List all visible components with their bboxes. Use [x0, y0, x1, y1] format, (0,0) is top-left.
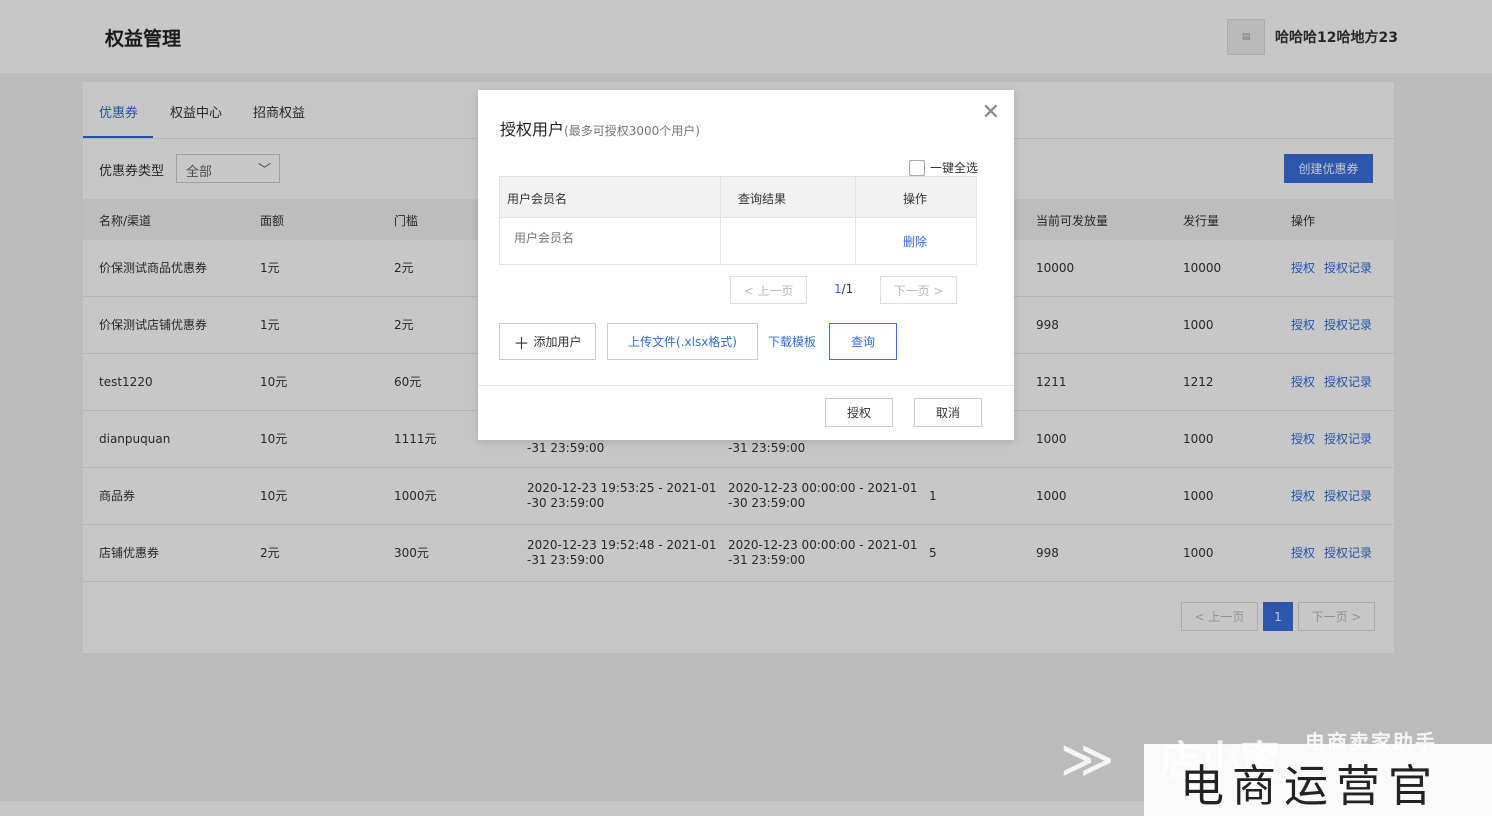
dialog-title-text: 授权用户 — [500, 120, 565, 139]
col-username: 用户会员名 — [507, 192, 568, 206]
plus-icon: ＋ — [513, 333, 530, 353]
col-divider — [855, 177, 856, 264]
col-divider — [720, 177, 721, 264]
select-all-label: 一键全选 — [929, 161, 978, 175]
user-table: 用户会员名 查询结果 操作 删除 — [499, 176, 977, 265]
add-user-button[interactable]: ＋ 添加用户 — [499, 323, 596, 360]
col-query-result: 查询结果 — [738, 192, 787, 206]
download-template-link[interactable]: 下载模板 — [768, 333, 816, 350]
checkbox-box[interactable] — [908, 159, 925, 176]
cancel-button[interactable]: 取消 — [914, 398, 982, 427]
delete-link[interactable]: 删除 — [903, 233, 927, 250]
query-button[interactable]: 查询 — [829, 323, 897, 360]
close-icon[interactable]: ✕ — [982, 102, 1000, 124]
add-user-label: 添加用户 — [533, 335, 582, 349]
dialog-next-page-button[interactable]: 下一页 > — [880, 276, 957, 304]
username-input[interactable] — [514, 231, 694, 245]
authorize-confirm-button[interactable]: 授权 — [825, 398, 893, 427]
upload-file-button[interactable]: 上传文件(.xlsx格式) — [607, 323, 758, 360]
col-operation: 操作 — [903, 192, 928, 206]
select-all-checkbox[interactable]: 一键全选 — [908, 159, 978, 176]
watermark: ≫ 店小蜜 电商卖家助手 电商运营官 — [1060, 720, 1492, 816]
authorize-user-dialog: 授权用户(最多可授权3000个用户) ✕ 一键全选 用户会员名 查询结果 操作 … — [478, 90, 1014, 440]
dialog-prev-page-button[interactable]: < 上一页 — [730, 276, 807, 304]
dialog-page-info: 1/1 — [834, 282, 853, 296]
dialog-subtitle: (最多可授权3000个用户) — [564, 124, 700, 138]
watermark-stamp-text: 电商运营官 — [1180, 761, 1440, 812]
dialog-footer-divider — [478, 385, 1014, 386]
dialog-title: 授权用户(最多可授权3000个用户) — [500, 116, 700, 140]
fish-logo-icon: ≫ — [1060, 730, 1115, 790]
dialog-total-pages: /1 — [841, 282, 854, 296]
dialog-current-page: 1 — [834, 282, 842, 296]
user-table-header: 用户会员名 查询结果 操作 — [500, 177, 976, 218]
